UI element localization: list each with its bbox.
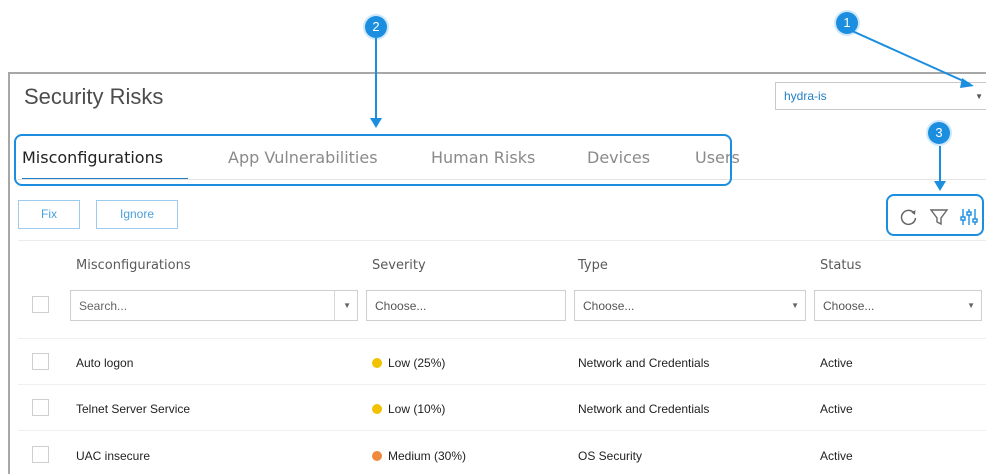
- chevron-down-icon: ▼: [791, 301, 799, 310]
- chevron-down-icon: ▼: [343, 301, 351, 310]
- severity-filter-select[interactable]: Choose...: [366, 290, 566, 321]
- tenant-select[interactable]: hydra-is ▼: [775, 82, 986, 110]
- filter-separator: [334, 291, 335, 320]
- row-checkbox[interactable]: [32, 399, 49, 416]
- row-severity-label: Medium (30%): [388, 449, 467, 463]
- row-divider: [18, 384, 986, 385]
- page-title: Security Risks: [24, 84, 164, 109]
- row-name[interactable]: Auto logon: [76, 356, 133, 370]
- row-checkbox[interactable]: [32, 353, 49, 370]
- misconfigurations-search-input[interactable]: Search... ▼: [70, 290, 358, 321]
- callout-badge-2: 2: [365, 16, 387, 38]
- row-severity: Low (25%): [372, 356, 445, 370]
- row-name[interactable]: Telnet Server Service: [76, 402, 190, 416]
- row-type: Network and Credentials: [578, 356, 710, 370]
- row-severity: Low (10%): [372, 402, 445, 416]
- table-header-divider: [18, 338, 986, 339]
- callout-badge-3: 3: [928, 122, 950, 144]
- type-filter-placeholder: Choose...: [583, 299, 635, 313]
- status-filter-select[interactable]: Choose... ▼: [814, 290, 982, 321]
- column-header-severity: Severity: [372, 258, 426, 273]
- row-status: Active: [820, 402, 853, 416]
- row-checkbox[interactable]: [32, 446, 49, 463]
- row-divider: [18, 430, 986, 431]
- fix-button[interactable]: Fix: [18, 200, 80, 229]
- security-risks-panel: Security Risks hydra-is ▼ Misconfigurati…: [8, 72, 986, 474]
- row-severity: Medium (30%): [372, 449, 466, 463]
- select-all-checkbox[interactable]: [32, 296, 49, 313]
- search-placeholder: Search...: [79, 299, 128, 313]
- severity-medium-dot: [372, 451, 382, 461]
- toolbar-divider: [18, 240, 986, 241]
- row-status: Active: [820, 356, 853, 370]
- tabs-highlight-box: [14, 134, 732, 186]
- row-type: OS Security: [578, 449, 643, 463]
- row-status: Active: [820, 449, 853, 463]
- chevron-down-icon: ▼: [967, 301, 975, 310]
- column-header-misconfigurations: Misconfigurations: [76, 258, 191, 273]
- toolbar-icons-highlight-box: [886, 194, 984, 236]
- row-name[interactable]: UAC insecure: [76, 449, 150, 463]
- severity-low-dot: [372, 404, 382, 414]
- row-severity-label: Low (25%): [388, 356, 446, 370]
- status-filter-placeholder: Choose...: [823, 299, 875, 313]
- tenant-select-value: hydra-is: [784, 89, 827, 103]
- callout-badge-1: 1: [836, 12, 858, 34]
- row-type: Network and Credentials: [578, 402, 710, 416]
- severity-low-dot: [372, 358, 382, 368]
- column-header-type: Type: [578, 258, 608, 273]
- column-header-status: Status: [820, 258, 862, 273]
- ignore-button[interactable]: Ignore: [96, 200, 178, 229]
- chevron-down-icon: ▼: [975, 92, 983, 101]
- type-filter-select[interactable]: Choose... ▼: [574, 290, 806, 321]
- severity-filter-placeholder: Choose...: [375, 299, 427, 313]
- row-severity-label: Low (10%): [388, 402, 446, 416]
